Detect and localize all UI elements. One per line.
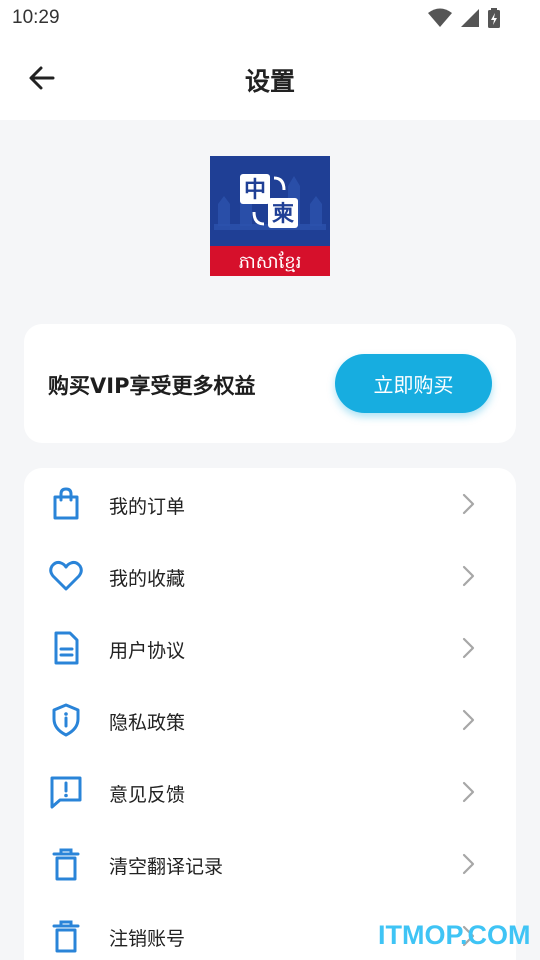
menu-item-feedback[interactable]: 意见反馈 [24, 756, 516, 828]
menu-item-privacy-policy[interactable]: 隐私政策 [24, 684, 516, 756]
logo-char-zhong: 中 [244, 178, 266, 203]
vip-promo-text: 购买VIP享受更多权益 [48, 374, 256, 398]
settings-menu: 我的订单 我的收藏 用户协议 隐私政策 意见反馈 清空翻译记录 注销账号 [24, 468, 516, 960]
status-bar: 10:29 [0, 0, 540, 36]
menu-item-my-favorites[interactable]: 我的收藏 [24, 540, 516, 612]
status-icons [428, 8, 500, 28]
chevron-right-icon [462, 781, 475, 803]
menu-label-privacy-policy: 隐私政策 [109, 712, 186, 734]
trash-icon [52, 848, 80, 881]
menu-item-clear-history[interactable]: 清空翻译记录 [24, 828, 516, 900]
menu-label-user-agreement: 用户协议 [109, 640, 186, 662]
menu-label-clear-history: 清空翻译记录 [109, 856, 224, 878]
shopping-bag-icon [53, 487, 79, 520]
chevron-right-icon [462, 493, 475, 515]
header: 设置 [0, 36, 540, 120]
chevron-right-icon [462, 853, 475, 875]
menu-label-delete-account: 注销账号 [109, 928, 186, 950]
trash-icon [52, 920, 80, 953]
logo-khmer-text: ភាសាខ្មែរ [239, 251, 302, 273]
watermark: ITMOP.COM [378, 920, 531, 950]
feedback-icon [50, 776, 82, 809]
menu-label-my-orders: 我的订单 [109, 496, 186, 518]
app-logo: 中 柬 ភាសាខ្មែរ [210, 156, 330, 276]
battery-charging-icon [488, 8, 500, 28]
status-time: 10:29 [12, 7, 60, 28]
menu-label-feedback: 意见反馈 [109, 784, 186, 806]
menu-item-user-agreement[interactable]: 用户协议 [24, 612, 516, 684]
document-icon [54, 631, 79, 665]
page-title: 设置 [244, 67, 295, 96]
heart-icon [49, 560, 83, 591]
cellular-signal-icon [461, 9, 479, 27]
vip-promo-card: 购买VIP享受更多权益 立即购买 [24, 324, 516, 443]
menu-label-my-favorites: 我的收藏 [109, 568, 186, 590]
chevron-right-icon [462, 637, 475, 659]
shield-icon [52, 703, 80, 737]
menu-item-my-orders[interactable]: 我的订单 [24, 468, 516, 540]
logo-char-jian: 柬 [272, 201, 294, 227]
wifi-icon [428, 8, 452, 27]
chevron-right-icon [462, 565, 475, 587]
buy-now-button[interactable]: 立即购买 [335, 354, 492, 413]
chevron-right-icon [462, 709, 475, 731]
